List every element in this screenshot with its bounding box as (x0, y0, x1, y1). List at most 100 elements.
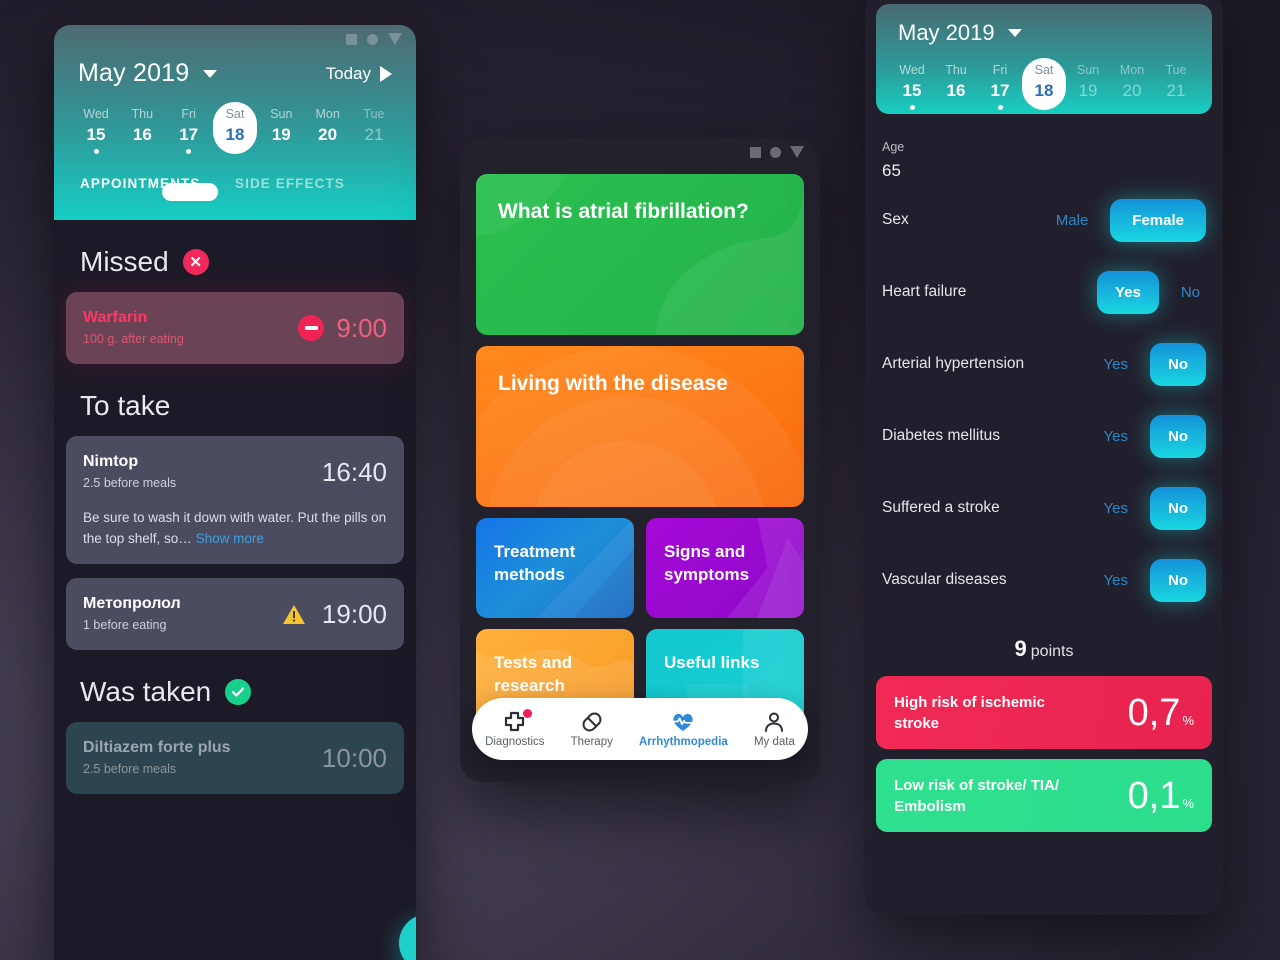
medication-name: Nimtop (83, 453, 139, 470)
day-cell-mon[interactable]: Mon 20 (1110, 58, 1154, 110)
square-icon[interactable] (346, 33, 357, 45)
risk-value: 0,7 (1127, 691, 1181, 734)
day-number: 16 (946, 81, 966, 100)
day-cell-thu[interactable]: Thu 16 (120, 102, 164, 154)
topic-label: What is atrial fibrillation? (498, 200, 749, 223)
risk-value-group: 0,7 % (1128, 693, 1194, 733)
tab-indicator (162, 183, 218, 201)
circle-icon[interactable] (770, 146, 781, 158)
section-header-to-take: To take (54, 364, 416, 422)
option-group: Yes No (1096, 270, 1206, 314)
option-no-selected[interactable]: No (1150, 342, 1206, 386)
risk-label: High risk of ischemic stroke (894, 693, 1045, 732)
topic-card-signs-symptoms[interactable]: Signs and symptoms (646, 518, 804, 618)
option-no-selected[interactable]: No (1150, 414, 1206, 458)
day-cell-wed[interactable]: Wed 15 (74, 102, 118, 154)
section-title: Was taken (80, 676, 212, 707)
day-cell-wed[interactable]: Wed 15 (890, 58, 934, 110)
day-of-week: Wed (83, 107, 109, 121)
section-title: Missed (80, 246, 169, 277)
month-selector[interactable]: May 2019 (876, 4, 1212, 46)
medication-card-missed[interactable]: Warfarin 100 g. after eating 9:00 (66, 292, 404, 364)
question-label: Suffered a stroke (882, 499, 1000, 516)
window-controls (346, 33, 402, 45)
show-more-link[interactable]: Show more (196, 531, 264, 546)
option-yes[interactable]: Yes (1098, 356, 1134, 373)
nav-item-my-data[interactable]: My data (754, 711, 795, 748)
day-cell-thu[interactable]: Thu 16 (934, 58, 978, 110)
option-no-selected[interactable]: No (1150, 486, 1206, 530)
square-icon[interactable] (750, 146, 761, 158)
topic-card-treatment-methods[interactable]: Treatment methods (476, 518, 634, 618)
month-selector[interactable]: May 2019 (78, 59, 218, 88)
nav-item-arrhythmopedia[interactable]: Arrhythmopedia (639, 711, 728, 748)
day-cell-mon[interactable]: Mon 20 (306, 102, 350, 154)
nav-item-diagnostics[interactable]: Diagnostics (485, 708, 545, 748)
day-number: 16 (132, 125, 152, 144)
option-group: Male Female (1050, 198, 1206, 242)
heart-pulse-icon (671, 711, 695, 733)
triangle-down-icon[interactable] (790, 146, 804, 158)
day-number: 15 (902, 81, 922, 100)
month-label: May 2019 (78, 59, 190, 87)
option-male[interactable]: Male (1050, 212, 1095, 229)
nav-item-therapy[interactable]: Therapy (571, 711, 613, 748)
minus-circle-icon[interactable] (298, 315, 325, 341)
medication-card-nimtop[interactable]: Nimtop 2.5 before meals 16:40 Be sure to… (66, 436, 404, 564)
option-yes-selected[interactable]: Yes (1096, 270, 1159, 314)
day-number: 17 (179, 125, 199, 144)
day-cell-sat-selected[interactable]: Sat 18 (1022, 58, 1066, 110)
question-row-suffered-a-stroke: Suffered a stroke Yes No (882, 472, 1206, 544)
topic-card-what-is-af[interactable]: What is atrial fibrillation? (476, 174, 804, 335)
day-cell-tue[interactable]: Tue 21 (1154, 58, 1198, 110)
question-label: Sex (882, 211, 909, 228)
medication-card-metoprolol[interactable]: Метопролол 1 before eating 19:00 (66, 578, 404, 650)
day-number: 18 (1034, 81, 1054, 100)
medication-name: Diltiazem forte plus (83, 739, 231, 756)
nav-label: My data (753, 735, 795, 748)
schedule-list: Missed ✕ Warfarin 100 g. after eating 9:… (54, 220, 416, 794)
question-row-arterial-hypertension: Arterial hypertension Yes No (882, 328, 1206, 400)
field-age[interactable]: Age 65 (882, 138, 1206, 184)
risk-card-low[interactable]: Low risk of stroke/ TIA/ Embolism 0,1 % (876, 759, 1212, 832)
risk-card-high[interactable]: High risk of ischemic stroke 0,7 % (876, 676, 1212, 749)
option-female-selected[interactable]: Female (1110, 198, 1206, 242)
phone-screen-arrhythmopedia: What is atrial fibrillation? Living with… (460, 138, 820, 782)
nav-label: Therapy (570, 735, 613, 748)
question-row-sex: Sex Male Female (882, 184, 1206, 256)
option-no[interactable]: No (1175, 284, 1206, 301)
topic-grid: What is atrial fibrillation? Living with… (460, 138, 820, 729)
option-yes[interactable]: Yes (1098, 428, 1134, 445)
medication-card-diltiazem[interactable]: Diltiazem forte plus 2.5 before meals 10… (66, 722, 404, 794)
option-no-selected[interactable]: No (1150, 558, 1206, 602)
question-label: Heart failure (882, 283, 967, 300)
day-of-week: Thu (131, 107, 154, 121)
option-yes[interactable]: Yes (1098, 500, 1134, 517)
tab-side-effects[interactable]: SIDE EFFECTS (235, 176, 390, 191)
medication-time: 19:00 (321, 598, 387, 629)
option-group: Yes No (1098, 558, 1206, 602)
triangle-down-icon[interactable] (388, 33, 402, 45)
today-button[interactable]: Today (326, 64, 392, 84)
medical-cross-icon (503, 708, 532, 733)
medication-dose: 1 before eating (83, 618, 167, 632)
topic-label: Useful links (664, 653, 760, 672)
question-row-vascular-diseases: Vascular diseases Yes No (882, 544, 1206, 616)
day-cell-sun[interactable]: Sun 19 (259, 102, 303, 154)
score-number: 9 (1014, 636, 1027, 661)
day-of-week: Tue (363, 107, 385, 121)
topic-label: Living with the disease (498, 372, 728, 395)
section-header-missed: Missed ✕ (54, 220, 416, 278)
option-yes[interactable]: Yes (1098, 572, 1134, 589)
day-cell-sun[interactable]: Sun 19 (1066, 58, 1110, 110)
day-cell-fri[interactable]: Fri 17 (978, 58, 1022, 110)
score-label: points (1030, 643, 1074, 660)
calendar-header: May 2019 Wed 15 Thu 16 Fri 17 Sat 18 Sun… (876, 4, 1212, 114)
medication-dose: 2.5 before meals (83, 476, 177, 490)
add-button[interactable]: + (399, 914, 416, 960)
day-cell-sat-selected[interactable]: Sat 18 (212, 102, 257, 154)
day-cell-fri[interactable]: Fri 17 (167, 102, 211, 154)
circle-icon[interactable] (367, 33, 378, 45)
topic-card-living-with-disease[interactable]: Living with the disease (476, 346, 804, 507)
day-cell-tue[interactable]: Tue 21 (352, 102, 396, 154)
